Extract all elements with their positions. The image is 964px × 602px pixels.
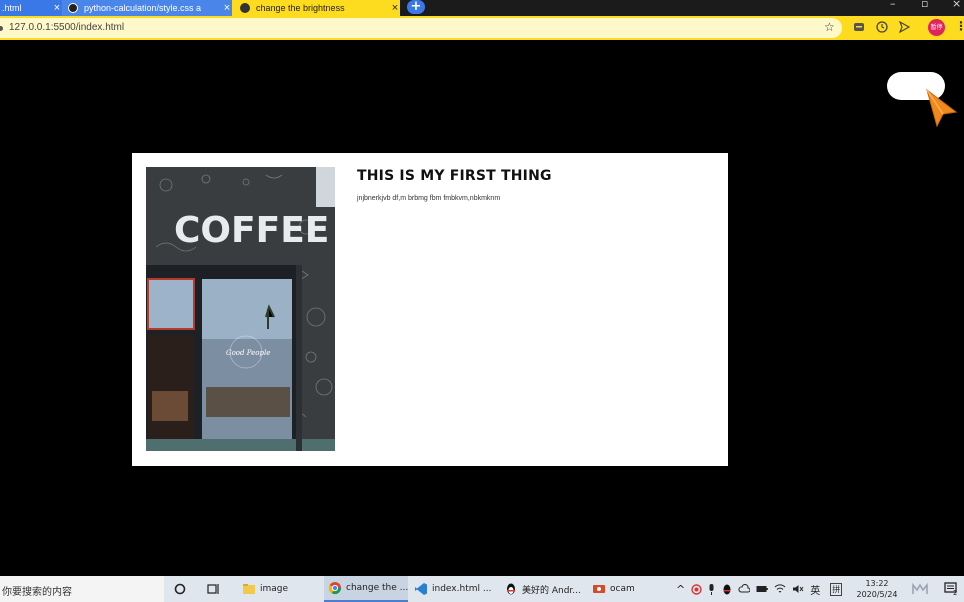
notification-count-badge: 2	[953, 589, 958, 597]
wifi-icon[interactable]	[774, 584, 786, 594]
taskbar-item-label: ocam	[610, 584, 635, 594]
address-bar[interactable]: 127.0.0.1:5500/index.html ☆	[0, 18, 842, 38]
windows-taskbar: 你要搜索的内容 image change the ... index.html …	[0, 576, 964, 602]
github-icon	[68, 3, 78, 13]
bookmark-star-icon[interactable]: ☆	[824, 20, 835, 34]
close-window-icon[interactable]: ×	[952, 0, 961, 10]
mouse-cursor-icon	[926, 88, 958, 128]
taskbar-search-box[interactable]: 你要搜索的内容	[0, 576, 164, 602]
show-hidden-icons[interactable]: ^	[676, 583, 685, 596]
qq-penguin-icon	[507, 583, 515, 595]
tab-close-button[interactable]: ×	[222, 2, 232, 14]
folder-icon	[243, 584, 255, 594]
taskbar-item-label: image	[260, 584, 289, 594]
ocam-icon	[593, 585, 605, 593]
coffee-sign-text: COFFEE	[174, 210, 329, 251]
ime-mode-indicator[interactable]: 拼	[830, 582, 843, 596]
taskbar-item-label: 美好的 Andr...	[522, 585, 581, 596]
browser-toolbar: 127.0.0.1:5500/index.html ☆ 暂停 ⋮	[0, 16, 964, 40]
clock-date: 2020/5/24	[856, 590, 898, 599]
battery-icon[interactable]	[756, 584, 769, 594]
microphone-icon[interactable]	[707, 583, 716, 595]
ocam-tray-icon[interactable]	[912, 583, 928, 595]
taskbar-item-ocam[interactable]: ocam	[588, 576, 662, 602]
content-card: COFFEE Good People THIS IS MY FIRST THIN…	[132, 153, 728, 466]
cortana-icon[interactable]	[174, 583, 186, 595]
url-text: 127.0.0.1:5500/index.html	[9, 22, 125, 33]
minimize-icon[interactable]: –	[890, 0, 896, 10]
menu-kebab-icon[interactable]: ⋮	[955, 19, 964, 33]
tab-change-brightness[interactable]: change the brightness ×	[232, 0, 400, 16]
system-clock[interactable]: 13:22 2020/5/24	[848, 578, 906, 600]
tab-label: change the brightness	[256, 3, 345, 13]
taskbar-item-vscode[interactable]: index.html ...	[410, 576, 494, 602]
ime-language-indicator[interactable]: 英	[810, 582, 820, 597]
vscode-icon	[415, 583, 427, 595]
taskbar-item-label: change the ...	[346, 583, 408, 593]
volume-muted-icon[interactable]	[792, 584, 804, 594]
clock-time: 13:22	[865, 579, 889, 588]
globe-icon	[240, 3, 250, 13]
new-tab-button[interactable]: +	[407, 0, 425, 14]
qq-tray-icon[interactable]	[722, 584, 732, 595]
tab-close-button[interactable]: ×	[390, 2, 400, 14]
cloud-icon[interactable]	[738, 584, 751, 594]
taskbar-item-image[interactable]: image	[238, 576, 322, 602]
tab-html-file[interactable]: .html ×	[0, 0, 62, 16]
taskbar-item-label: index.html ...	[432, 584, 492, 594]
send-icon[interactable]	[898, 21, 910, 33]
card-body-text: jnjbnerkjvb df,m brbmg fbm fmbkvm,nbkmkn…	[357, 195, 501, 202]
profile-avatar[interactable]: 暂停	[928, 19, 945, 36]
extension-icon[interactable]	[853, 21, 865, 33]
maximize-icon[interactable]: ▫	[921, 0, 928, 10]
card-title: THIS IS MY FIRST THING	[357, 168, 552, 184]
neon-sign-text: Good People	[226, 349, 270, 357]
search-placeholder: 你要搜索的内容	[2, 587, 72, 598]
tab-close-button[interactable]: ×	[52, 2, 62, 14]
task-view-icon[interactable]	[207, 582, 221, 596]
system-tray: ^ 英 拼	[676, 576, 843, 602]
clock-icon[interactable]	[876, 21, 888, 33]
coffee-shop-photo: COFFEE Good People	[146, 167, 335, 451]
site-info-icon[interactable]	[0, 26, 3, 31]
chrome-icon	[328, 582, 341, 595]
tab-strip: .html × python-calculation/style.css a ×…	[0, 0, 964, 16]
coffee-shop-image: COFFEE Good People	[146, 167, 335, 451]
tab-label: python-calculation/style.css a	[84, 3, 202, 13]
tab-label: .html	[2, 3, 22, 13]
taskbar-item-chrome[interactable]: change the ...	[324, 576, 408, 602]
tab-style-css[interactable]: python-calculation/style.css a ×	[62, 0, 232, 16]
record-icon[interactable]	[691, 583, 702, 595]
taskbar-item-qq[interactable]: 美好的 Andr...	[500, 576, 584, 602]
